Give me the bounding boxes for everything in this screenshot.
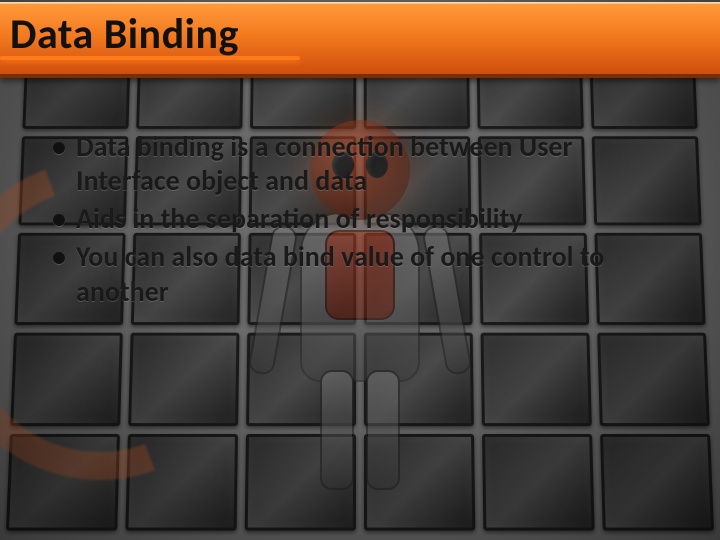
slide: Data Binding Data binding is a connectio… [0, 0, 720, 540]
bullet-list: Data binding is a connection between Use… [48, 130, 660, 309]
bullet-item: Aids in the separation of responsibility [48, 202, 660, 236]
slide-title: Data Binding [10, 9, 239, 60]
bullet-item: You can also data bind value of one cont… [48, 240, 660, 308]
title-underline [0, 56, 300, 60]
bullet-item: Data binding is a connection between Use… [48, 130, 660, 198]
slide-body: Data binding is a connection between Use… [48, 130, 660, 313]
title-bar: Data Binding [0, 2, 720, 78]
